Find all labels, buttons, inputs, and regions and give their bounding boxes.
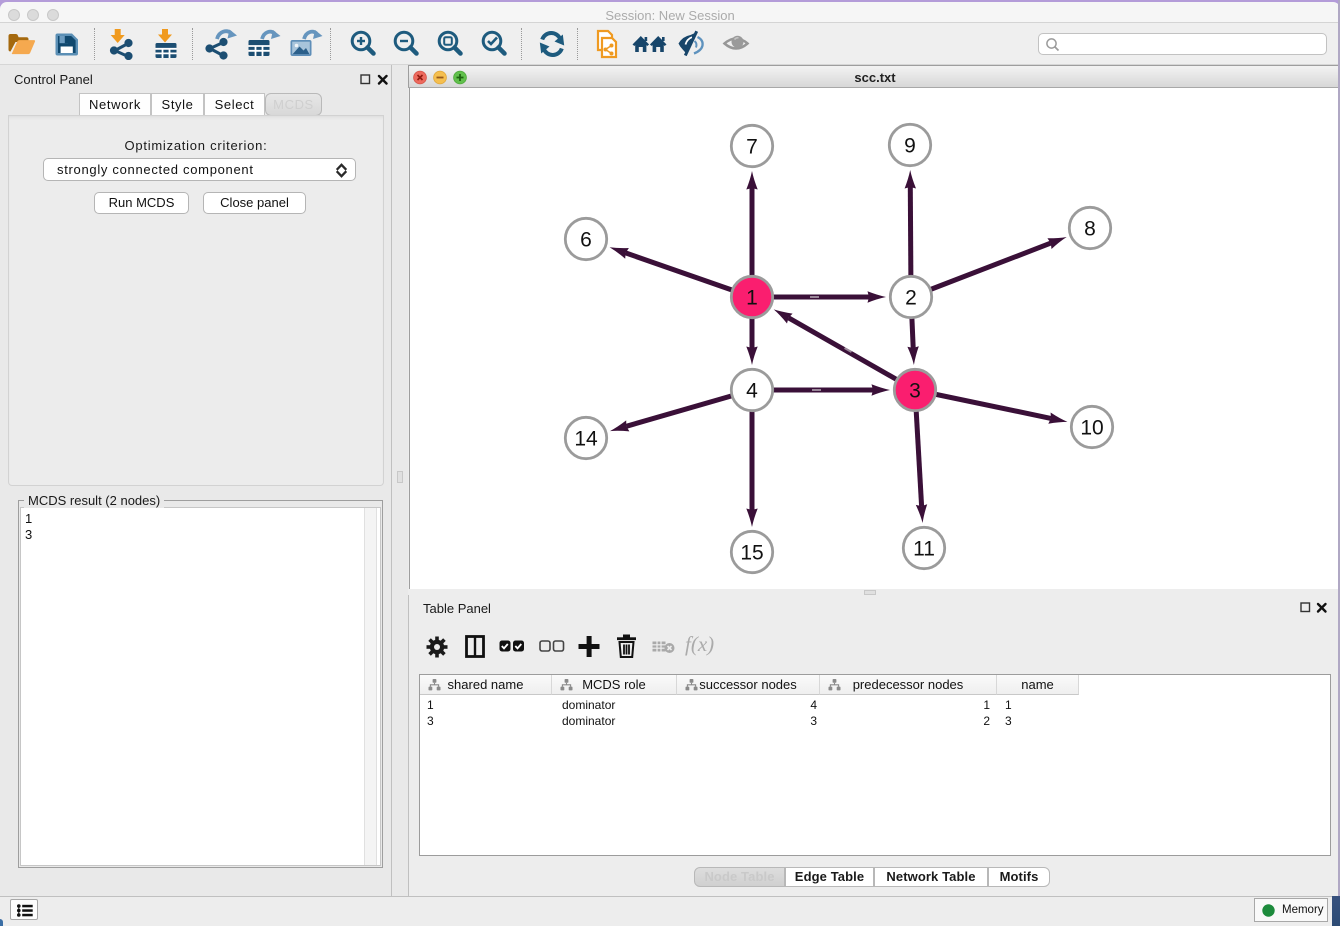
svg-text:4: 4 [746, 380, 758, 403]
svg-text:9: 9 [904, 135, 916, 158]
svg-text:2: 2 [905, 287, 917, 310]
svg-text:10: 10 [1080, 417, 1103, 440]
svg-text:8: 8 [1084, 218, 1096, 241]
svg-text:15: 15 [740, 542, 763, 565]
svg-text:1: 1 [746, 287, 758, 310]
svg-text:7: 7 [746, 136, 758, 159]
svg-text:14: 14 [574, 428, 598, 451]
svg-text:3: 3 [909, 380, 921, 403]
svg-text:11: 11 [913, 538, 935, 561]
svg-text:6: 6 [580, 229, 592, 252]
